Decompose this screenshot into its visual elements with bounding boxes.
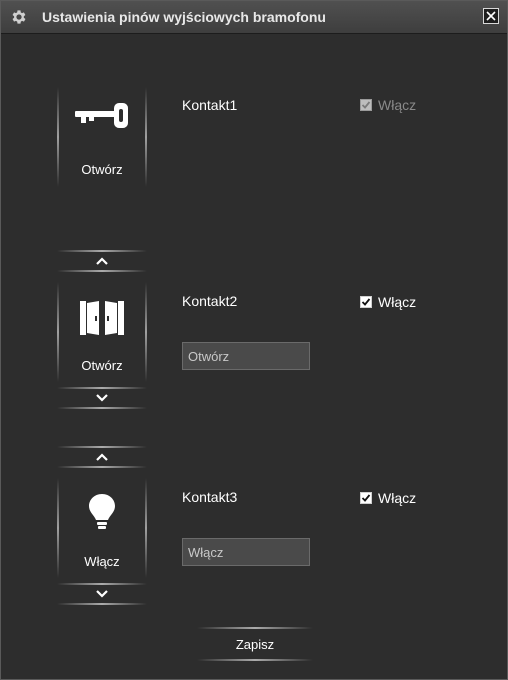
output-tile-2[interactable]: Otwórz [57,282,147,382]
save-button-label: Zapisz [235,636,275,652]
settings-window: Ustawienia pinów wyjściowych bramofonu O… [0,0,508,680]
tile-1-label: Otwórz [81,162,123,177]
checkmark-icon [361,298,371,306]
checkbox-1-label: Włącz [378,97,417,113]
tile-3-label: Włącz [84,554,120,569]
enable-checkbox-3[interactable]: Włącz [360,490,416,506]
output-tile-3[interactable]: Włącz [57,478,147,578]
checkmark-icon [361,494,371,502]
action-name-input-2[interactable] [182,342,310,370]
move-up-button-2[interactable] [57,250,147,272]
tile-2-label: Otwórz [81,358,123,373]
contact-1-label: Kontakt1 [182,97,238,113]
checkbox-3-box[interactable] [360,492,372,504]
title-bar: Ustawienia pinów wyjściowych bramofonu [1,1,507,34]
chevron-down-icon [96,590,108,598]
contact-3-label: Kontakt3 [182,489,238,505]
checkbox-2-label: Włącz [378,294,417,310]
checkmark-icon [361,101,371,109]
move-down-button-2[interactable] [57,387,147,409]
move-down-button-3[interactable] [57,583,147,605]
output-tile-1[interactable]: Otwórz [57,87,147,187]
save-button[interactable]: Zapisz [197,627,313,661]
window-title: Ustawienia pinów wyjściowych bramofonu [42,9,326,25]
key-icon [75,103,128,128]
close-icon [486,11,496,21]
door-icon [80,301,124,335]
gear-icon [12,10,26,24]
checkbox-1-box[interactable] [360,99,372,111]
chevron-down-icon [96,394,108,402]
checkbox-3-label: Włącz [378,490,417,506]
move-up-button-3[interactable] [57,446,147,468]
enable-checkbox-2[interactable]: Włącz [360,294,416,310]
checkbox-2-box[interactable] [360,296,372,308]
enable-checkbox-1[interactable]: Włącz [360,97,416,113]
action-name-input-3[interactable] [182,538,310,566]
contact-2-label: Kontakt2 [182,293,238,309]
chevron-up-icon [96,453,108,461]
close-button[interactable] [483,8,499,24]
chevron-up-icon [96,257,108,265]
lightbulb-icon [89,494,115,529]
